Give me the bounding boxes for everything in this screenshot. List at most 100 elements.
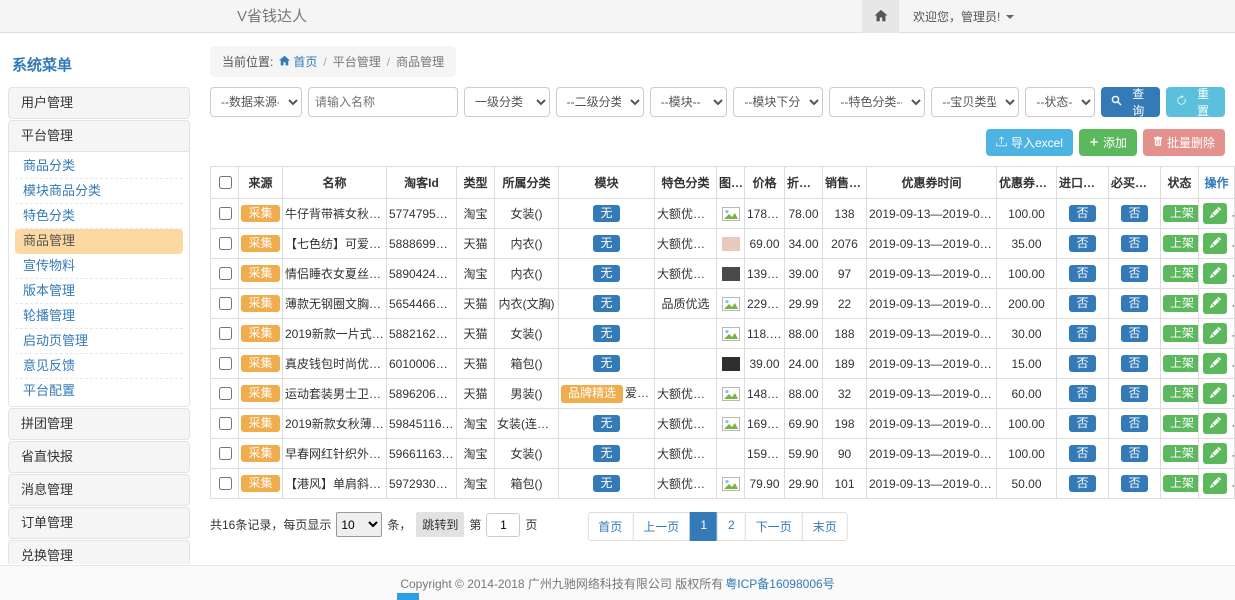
edit-button[interactable] — [1203, 263, 1227, 284]
sidebar-subitem[interactable]: 宣传物料 — [15, 254, 183, 279]
level2-category-select[interactable]: --二级分类-- — [556, 87, 644, 117]
edit-button[interactable] — [1203, 413, 1227, 434]
module-badge[interactable]: 无 — [593, 355, 619, 373]
page-2-button[interactable]: 2 — [717, 512, 746, 541]
must-buy-toggle[interactable]: 否 — [1121, 355, 1147, 373]
sidebar-menu-header[interactable]: 拼团管理 — [9, 409, 189, 439]
edit-button[interactable] — [1203, 353, 1227, 374]
import-optimal-toggle[interactable]: 否 — [1069, 415, 1095, 433]
item-type-select[interactable]: --宝贝类型-- — [931, 87, 1019, 117]
status-badge[interactable]: 上架 — [1163, 385, 1199, 403]
module-badge[interactable]: 无 — [593, 325, 619, 343]
import-optimal-toggle[interactable]: 否 — [1069, 295, 1095, 313]
must-buy-toggle[interactable]: 否 — [1121, 325, 1147, 343]
status-select[interactable]: --状态-- — [1025, 87, 1095, 117]
module-badge[interactable]: 无 — [593, 295, 619, 313]
status-badge[interactable]: 上架 — [1163, 355, 1199, 373]
batch-delete-button[interactable]: 批量删除 — [1143, 129, 1225, 156]
status-badge[interactable]: 上架 — [1163, 325, 1199, 343]
sidebar-menu-header[interactable]: 用户管理 — [9, 88, 189, 118]
edit-button[interactable] — [1203, 233, 1227, 254]
jump-button[interactable]: 跳转到 — [416, 512, 464, 537]
select-all-checkbox[interactable] — [219, 176, 232, 189]
edit-button[interactable] — [1203, 293, 1227, 314]
status-badge[interactable]: 上架 — [1163, 265, 1199, 283]
edit-button[interactable] — [1203, 443, 1227, 464]
status-badge[interactable]: 上架 — [1163, 475, 1199, 493]
import-excel-button[interactable]: 导入excel — [986, 129, 1073, 156]
search-button[interactable]: 查询 — [1101, 87, 1160, 117]
sidebar-subitem[interactable]: 模块商品分类 — [15, 179, 183, 204]
import-optimal-toggle[interactable]: 否 — [1069, 205, 1095, 223]
sidebar-subitem[interactable]: 意见反馈 — [15, 354, 183, 379]
row-checkbox[interactable] — [219, 297, 232, 310]
module-badge[interactable]: 无 — [593, 265, 619, 283]
edit-button[interactable] — [1203, 203, 1227, 224]
edit-button[interactable] — [1203, 473, 1227, 494]
sidebar-subitem[interactable]: 商品分类 — [15, 154, 183, 179]
import-optimal-toggle[interactable]: 否 — [1069, 325, 1095, 343]
module-select[interactable]: --模块-- — [650, 87, 728, 117]
sidebar-subitem[interactable]: 平台配置 — [15, 379, 183, 404]
module-badge[interactable]: 无 — [593, 445, 619, 463]
must-buy-toggle[interactable]: 否 — [1121, 235, 1147, 253]
row-checkbox[interactable] — [219, 387, 232, 400]
must-buy-toggle[interactable]: 否 — [1121, 205, 1147, 223]
status-badge[interactable]: 上架 — [1163, 205, 1199, 223]
must-buy-toggle[interactable]: 否 — [1121, 475, 1147, 493]
page-first-button[interactable]: 首页 — [587, 512, 633, 541]
sidebar-subitem[interactable]: 版本管理 — [15, 279, 183, 304]
module-badge[interactable]: 无 — [593, 205, 619, 223]
page-last-button[interactable]: 末页 — [802, 512, 848, 541]
module-badge[interactable]: 无 — [593, 475, 619, 493]
must-buy-toggle[interactable]: 否 — [1121, 385, 1147, 403]
import-optimal-toggle[interactable]: 否 — [1069, 385, 1095, 403]
sidebar-menu-header[interactable]: 平台管理 — [9, 121, 189, 151]
home-button[interactable] — [862, 0, 899, 33]
import-optimal-toggle[interactable]: 否 — [1069, 355, 1095, 373]
import-optimal-toggle[interactable]: 否 — [1069, 235, 1095, 253]
row-checkbox[interactable] — [219, 417, 232, 430]
import-optimal-toggle[interactable]: 否 — [1069, 265, 1095, 283]
status-badge[interactable]: 上架 — [1163, 235, 1199, 253]
status-badge[interactable]: 上架 — [1163, 445, 1199, 463]
page-next-button[interactable]: 下一页 — [745, 512, 803, 541]
module-badge[interactable]: 品牌精选 — [561, 385, 623, 403]
jump-page-input[interactable] — [486, 513, 520, 537]
module-badge[interactable]: 无 — [593, 235, 619, 253]
must-buy-toggle[interactable]: 否 — [1121, 445, 1147, 463]
sidebar-subitem[interactable]: 启动页管理 — [15, 329, 183, 354]
sidebar-menu-header[interactable]: 消息管理 — [9, 475, 189, 505]
module-badge[interactable]: 无 — [593, 415, 619, 433]
feature-category-select[interactable]: --特色分类-- — [829, 87, 925, 117]
sidebar-subitem[interactable]: 商品管理 — [15, 229, 183, 254]
row-checkbox[interactable] — [219, 207, 232, 220]
row-checkbox[interactable] — [219, 357, 232, 370]
sidebar-subitem[interactable]: 特色分类 — [15, 204, 183, 229]
name-search-input[interactable] — [308, 87, 458, 117]
add-button[interactable]: 添加 — [1079, 129, 1137, 156]
breadcrumb-home-link[interactable]: 首页 — [279, 53, 317, 70]
user-menu[interactable]: 欢迎您，管理员! — [913, 8, 1014, 25]
edit-button[interactable] — [1203, 323, 1227, 344]
data-source-select[interactable]: --数据来源-- — [210, 87, 302, 117]
sidebar-menu-header[interactable]: 省直快报 — [9, 442, 189, 472]
must-buy-toggle[interactable]: 否 — [1121, 415, 1147, 433]
row-checkbox[interactable] — [219, 447, 232, 460]
row-checkbox[interactable] — [219, 327, 232, 340]
page-prev-button[interactable]: 上一页 — [632, 512, 690, 541]
sidebar-menu-header[interactable]: 订单管理 — [9, 508, 189, 538]
must-buy-toggle[interactable]: 否 — [1121, 295, 1147, 313]
page-1-button[interactable]: 1 — [689, 512, 718, 541]
reset-button[interactable]: 重置 — [1166, 87, 1225, 117]
row-checkbox[interactable] — [219, 237, 232, 250]
must-buy-toggle[interactable]: 否 — [1121, 265, 1147, 283]
sidebar-menu-header[interactable]: 兑换管理 — [9, 541, 189, 564]
edit-button[interactable] — [1203, 383, 1227, 404]
row-checkbox[interactable] — [219, 477, 232, 490]
level1-category-select[interactable]: 一级分类 — [464, 87, 550, 117]
icp-link[interactable]: 粤ICP备16098006号 — [725, 575, 834, 592]
per-page-select[interactable]: 10 — [336, 512, 382, 537]
status-badge[interactable]: 上架 — [1163, 415, 1199, 433]
import-optimal-toggle[interactable]: 否 — [1069, 445, 1095, 463]
